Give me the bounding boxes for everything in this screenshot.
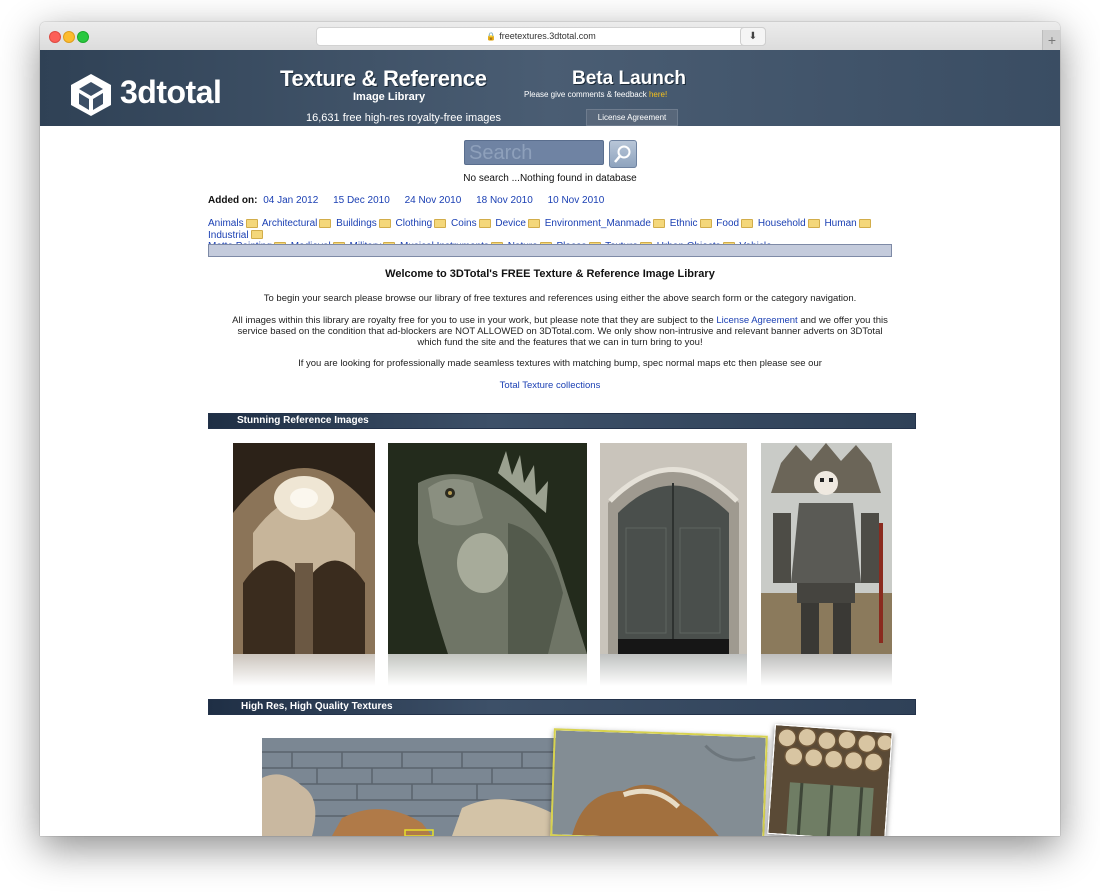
browser-titlebar: 🔒freetextures.3dtotal.com ↻ ⬇ +	[40, 22, 1060, 51]
search-input[interactable]: Search	[464, 140, 604, 165]
image-count: 16,631 free high-res royalty-free images	[306, 112, 502, 124]
minimize-window-button[interactable]	[63, 31, 75, 43]
lock-icon: 🔒	[486, 32, 497, 41]
new-tab-button[interactable]: +	[1042, 30, 1060, 50]
zoom-window-button[interactable]	[77, 31, 89, 43]
folder-icon	[527, 218, 540, 228]
search-button[interactable]	[609, 140, 637, 168]
folder-icon	[434, 218, 447, 228]
category-divider-bar	[208, 244, 892, 257]
welcome-p2-start: All images within this library are royal…	[232, 315, 717, 326]
category-coins[interactable]: Coins	[451, 218, 477, 229]
folder-icon	[741, 218, 754, 228]
folder-icon	[245, 218, 258, 228]
3dtotal-logo-icon[interactable]	[68, 72, 114, 118]
texture-image-logs[interactable]	[767, 724, 893, 836]
category-human[interactable]: Human	[824, 218, 856, 229]
welcome-title: Welcome to 3DTotal's FREE Texture & Refe…	[385, 268, 715, 280]
category-food[interactable]: Food	[716, 218, 739, 229]
reflection	[600, 654, 747, 686]
category-clothing[interactable]: Clothing	[396, 218, 433, 229]
added-label: Added on:	[208, 195, 258, 206]
folder-icon	[858, 218, 871, 228]
search-status: No search ...Nothing found in database	[463, 173, 637, 184]
address-url: freetextures.3dtotal.com	[499, 31, 596, 41]
site-logo-text[interactable]: 3dtotal	[120, 74, 222, 111]
added-date-link[interactable]: 15 Dec 2010	[333, 195, 390, 206]
folder-icon	[652, 218, 665, 228]
reference-image-armor[interactable]	[761, 443, 892, 654]
added-date-link[interactable]: 10 Nov 2010	[548, 195, 605, 206]
texture-image-brick-wall[interactable]	[262, 738, 562, 836]
category-animals[interactable]: Animals	[208, 218, 244, 229]
section-header-textures: High Res, High Quality Textures	[208, 699, 916, 715]
total-texture-link-row: Total Texture collections	[40, 380, 1060, 391]
added-date-link[interactable]: 24 Nov 2010	[405, 195, 462, 206]
folder-icon	[319, 218, 332, 228]
category-architectural[interactable]: Architectural	[262, 218, 318, 229]
welcome-paragraph-2: All images within this library are royal…	[230, 315, 890, 348]
welcome-paragraph-1: To begin your search please browse our l…	[263, 293, 857, 304]
reference-image-iguana[interactable]	[388, 443, 587, 654]
added-dates: Added on: 04 Jan 2012 15 Dec 2010 24 Nov…	[208, 195, 616, 206]
folder-icon	[699, 218, 712, 228]
feedback-prefix: Please give comments & feedback	[524, 90, 649, 99]
folder-icon	[478, 218, 491, 228]
category-environment-manmade[interactable]: Environment_Manmade	[545, 218, 651, 229]
reference-image-door[interactable]	[600, 443, 747, 654]
section-title-reference: Stunning Reference Images	[237, 415, 369, 426]
site-banner: 3dtotal Texture & Reference Image Librar…	[40, 50, 1060, 126]
reflection	[233, 654, 375, 686]
feedback-text: Please give comments & feedback here!	[524, 90, 667, 99]
banner-title: Texture & Reference	[280, 66, 487, 91]
welcome-paragraph-3: If you are looking for professionally ma…	[298, 358, 822, 369]
reference-image-cathedral[interactable]	[233, 443, 375, 654]
reflection	[388, 654, 587, 686]
category-device[interactable]: Device	[495, 218, 526, 229]
folder-icon	[250, 230, 263, 240]
category-ethnic[interactable]: Ethnic	[670, 218, 698, 229]
license-agreement-button[interactable]: License Agreement	[586, 109, 678, 126]
browser-window: 🔒freetextures.3dtotal.com ↻ ⬇ + 3dtotal …	[40, 22, 1060, 836]
magnifier-icon	[614, 145, 631, 163]
total-texture-link[interactable]: Total Texture collections	[500, 380, 601, 391]
feedback-link[interactable]: here!	[649, 90, 667, 99]
section-title-textures: High Res, High Quality Textures	[241, 701, 393, 712]
address-bar[interactable]: 🔒freetextures.3dtotal.com ↻	[316, 27, 766, 46]
texture-image-peeling-plaster[interactable]	[550, 728, 768, 836]
reflection	[761, 654, 892, 686]
category-buildings[interactable]: Buildings	[336, 218, 377, 229]
banner-subtitle: Image Library	[353, 91, 426, 103]
download-icon[interactable]: ⬇	[740, 27, 766, 46]
added-date-link[interactable]: 04 Jan 2012	[263, 195, 318, 206]
close-window-button[interactable]	[49, 31, 61, 43]
category-household[interactable]: Household	[758, 218, 806, 229]
folder-icon	[378, 218, 391, 228]
license-agreement-link[interactable]: License Agreement	[716, 315, 797, 326]
category-industrial[interactable]: Industrial	[208, 230, 249, 241]
section-header-reference: Stunning Reference Images	[208, 413, 916, 429]
beta-launch-title: Beta Launch	[572, 68, 687, 89]
added-date-link[interactable]: 18 Nov 2010	[476, 195, 533, 206]
folder-icon	[807, 218, 820, 228]
